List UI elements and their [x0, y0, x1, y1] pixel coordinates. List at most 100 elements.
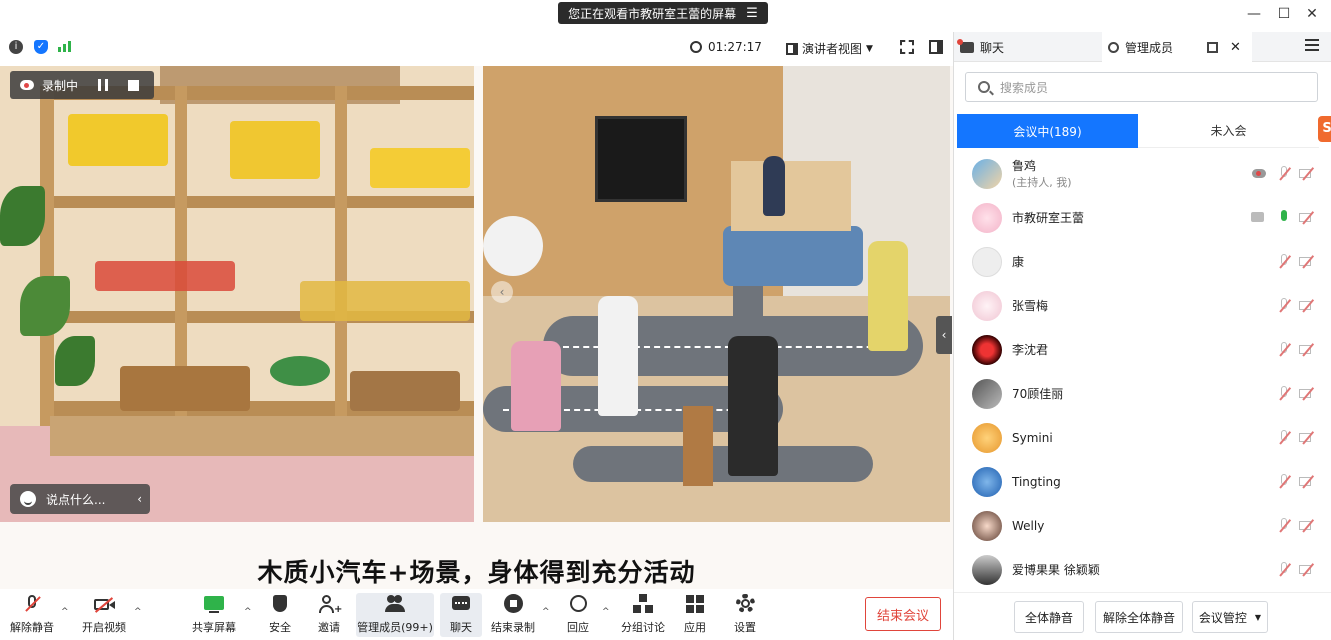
share-screen-icon [203, 593, 225, 615]
share-screen-label: 共享屏幕 [192, 621, 236, 634]
settings-button[interactable]: 设置 [730, 593, 760, 637]
mic-off-icon [21, 593, 43, 615]
quick-chat-input[interactable]: 说点什么... ‹ [10, 484, 150, 514]
mic-muted-icon[interactable] [1276, 518, 1292, 534]
fullscreen-icon[interactable] [900, 40, 914, 54]
share-options-caret[interactable]: ^ [244, 607, 252, 617]
avatar [972, 335, 1002, 365]
reactions-button[interactable]: 回应 [563, 593, 593, 637]
close-icon[interactable]: ✕ [1230, 40, 1241, 55]
sidebar-toggle-icon[interactable] [929, 40, 943, 54]
tab-manage-members[interactable]: 管理成员 ✕ [1102, 32, 1252, 62]
collapse-panel-icon[interactable]: ‹ [936, 316, 952, 354]
manage-members-label: 管理成员(99+) [357, 621, 433, 634]
info-icon[interactable]: i [9, 40, 23, 54]
tab-not-joined[interactable]: 未入会 [1138, 114, 1319, 148]
camera-off-icon[interactable] [1299, 254, 1317, 270]
camera-off-icon[interactable] [1299, 342, 1317, 358]
mic-muted-icon[interactable] [1276, 342, 1292, 358]
camera-off-icon[interactable] [1299, 298, 1317, 314]
share-screen-button[interactable]: 共享屏幕 [190, 593, 238, 637]
list-item[interactable]: 鲁鸡 (主持人, 我) [954, 152, 1331, 196]
meeting-control-dropdown[interactable]: 会议管控 ▼ [1192, 601, 1268, 633]
camera-off-icon[interactable] [1299, 430, 1317, 446]
unmute-all-button[interactable]: 解除全体静音 [1095, 601, 1183, 633]
menu-icon[interactable]: ☰ [746, 6, 758, 21]
avatar [972, 467, 1002, 497]
view-mode-selector[interactable]: 演讲者视图 ▼ [786, 40, 873, 57]
gear-icon [734, 593, 756, 615]
maximize-icon[interactable]: ☐ [1273, 6, 1295, 22]
mic-muted-icon[interactable] [1276, 474, 1292, 490]
tab-chat[interactable]: 聊天 [954, 32, 1102, 62]
list-item[interactable]: 爱博果果 徐颖颖 [954, 548, 1331, 588]
chat-label: 聊天 [450, 621, 472, 634]
close-window-icon[interactable]: ✕ [1301, 6, 1323, 22]
camera-off-icon[interactable] [1299, 386, 1317, 402]
list-item[interactable]: 康 [954, 240, 1331, 284]
manage-members-button[interactable]: 管理成员(99+) [356, 593, 434, 637]
apps-grid-icon [684, 593, 706, 615]
end-meeting-button[interactable]: 结束会议 [865, 597, 941, 631]
avatar [972, 555, 1002, 585]
chevron-left-icon[interactable]: ‹ [137, 492, 142, 506]
stop-recording-button[interactable]: 结束录制 [490, 593, 536, 637]
mic-muted-icon[interactable] [1276, 562, 1292, 578]
emoji-icon[interactable] [20, 491, 36, 507]
s-app-badge-icon[interactable]: S [1318, 116, 1331, 142]
tab-chat-label: 聊天 [980, 40, 1005, 55]
camera-off-icon[interactable] [1299, 518, 1317, 534]
member-list: 鲁鸡 (主持人, 我) 市教研室王蕾 康 张雪梅 李沈君 70顾佳丽 Symin… [954, 152, 1331, 588]
camera-off-icon[interactable] [1299, 474, 1317, 490]
list-item[interactable]: 张雪梅 [954, 284, 1331, 328]
list-item[interactable]: 市教研室王蕾 [954, 196, 1331, 240]
slide-caption: 木质小汽车+场景，身体得到充分活动 [257, 558, 696, 587]
list-item[interactable]: Symini [954, 416, 1331, 460]
invite-button[interactable]: + 邀请 [313, 593, 345, 637]
list-item[interactable]: 70顾佳丽 [954, 372, 1331, 416]
breakout-button[interactable]: 分组讨论 [620, 593, 666, 637]
video-options-caret[interactable]: ^ [134, 607, 142, 617]
unmute-button[interactable]: 解除静音 [10, 593, 54, 637]
prev-slide-icon[interactable]: ‹ [491, 281, 513, 303]
mic-muted-icon[interactable] [1276, 298, 1292, 314]
screen-share-banner[interactable]: 您正在观看市教研室王蕾的屏幕 ☰ [558, 2, 768, 24]
member-search-input[interactable]: 搜索成员 [965, 72, 1318, 102]
chat-button[interactable]: 聊天 [440, 593, 482, 637]
apps-button[interactable]: 应用 [680, 593, 710, 637]
popout-icon[interactable] [1207, 41, 1219, 53]
start-video-button[interactable]: 开启视频 [80, 593, 128, 637]
meeting-timer: 01:27:17 [690, 40, 762, 54]
camera-off-icon[interactable] [1299, 562, 1317, 578]
mute-all-button[interactable]: 全体静音 [1014, 601, 1084, 633]
pause-recording-icon[interactable] [98, 79, 109, 91]
timer-text: 01:27:17 [708, 40, 762, 54]
camera-off-icon[interactable] [1299, 210, 1317, 226]
camera-off-icon[interactable] [1299, 166, 1317, 182]
member-role: (主持人, 我) [1012, 175, 1072, 189]
security-button[interactable]: 安全 [265, 593, 295, 637]
mic-on-icon[interactable] [1276, 210, 1292, 226]
list-item[interactable]: Welly [954, 504, 1331, 548]
shield-icon[interactable]: ✓ [34, 40, 48, 54]
mic-muted-icon[interactable] [1276, 254, 1292, 270]
list-item[interactable]: 李沈君 [954, 328, 1331, 372]
reactions-options-caret[interactable]: ^ [602, 607, 610, 617]
stop-recording-icon[interactable] [128, 79, 140, 91]
mute-options-caret[interactable]: ^ [61, 607, 69, 617]
mic-muted-icon[interactable] [1276, 430, 1292, 446]
shield-icon [269, 593, 291, 615]
list-item[interactable]: Tingting [954, 460, 1331, 504]
record-options-caret[interactable]: ^ [542, 607, 550, 617]
reactions-label: 回应 [567, 621, 589, 634]
signal-icon[interactable] [58, 41, 71, 52]
tab-in-meeting[interactable]: 会议中(189) [957, 114, 1138, 148]
tv-screen [595, 116, 687, 202]
avatar [972, 291, 1002, 321]
minimize-icon[interactable]: — [1243, 6, 1265, 22]
hamburger-menu-icon[interactable] [1305, 39, 1319, 51]
mic-muted-icon[interactable] [1276, 166, 1292, 182]
breakout-icon [632, 593, 654, 615]
record-stop-icon [502, 593, 524, 615]
mic-muted-icon[interactable] [1276, 386, 1292, 402]
